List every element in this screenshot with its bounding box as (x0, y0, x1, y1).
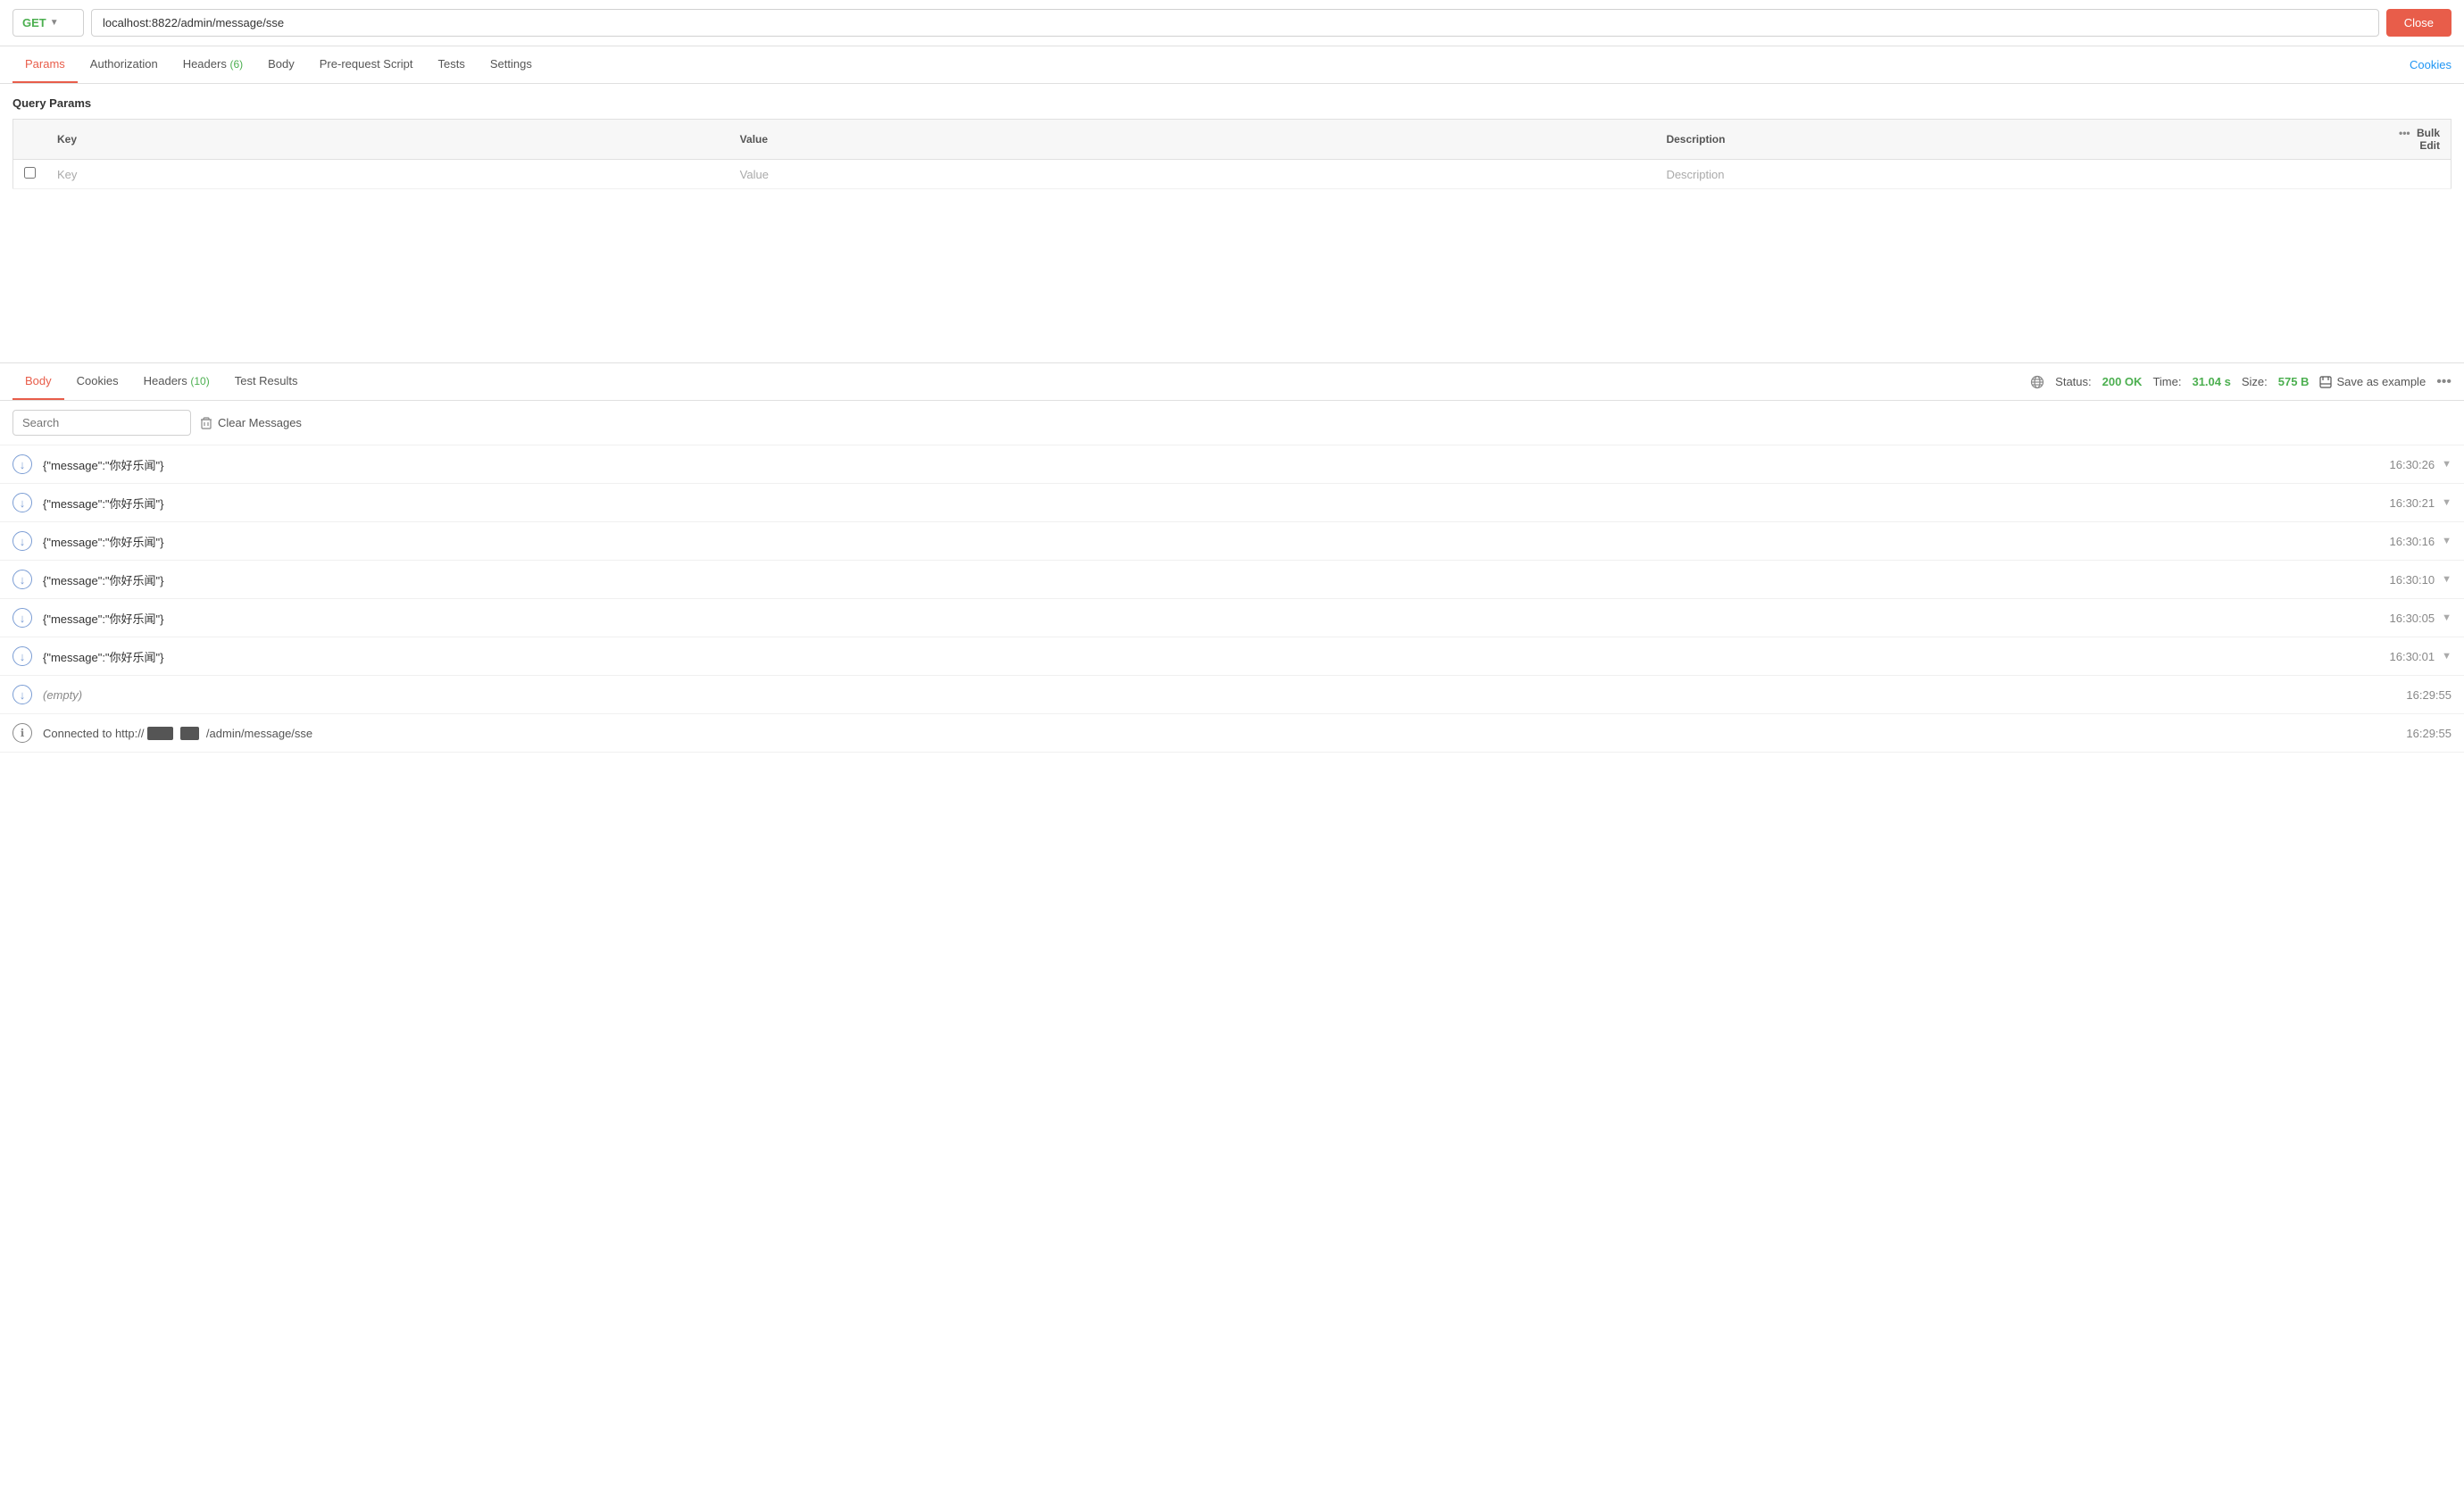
list-item[interactable]: ↓ {"message":"你好乐闻"} 16:30:21 ▼ (0, 484, 2464, 522)
desc-cell[interactable]: Description (1655, 160, 2386, 189)
desc-col-header: Description (1655, 120, 2386, 160)
tab-pre-request[interactable]: Pre-request Script (307, 46, 426, 83)
response-section: Body Cookies Headers (10) Test Results S… (0, 362, 2464, 753)
status-value: 200 OK (2102, 375, 2143, 388)
info-icon: ℹ (12, 723, 32, 743)
list-item[interactable]: ↓ {"message":"你好乐闻"} 16:30:16 ▼ (0, 522, 2464, 561)
message-content: {"message":"你好乐闻"} (43, 610, 2390, 627)
size-label: Size: (2242, 375, 2268, 388)
request-tabs-right: Cookies (2410, 58, 2452, 71)
cookies-link[interactable]: Cookies (2410, 58, 2452, 71)
search-input[interactable] (12, 410, 191, 436)
message-meta: 16:30:21 ▼ (2390, 496, 2452, 510)
bulk-dots-icon: ••• (2399, 127, 2410, 139)
query-params-title: Query Params (12, 96, 2452, 110)
globe-icon (2030, 375, 2044, 389)
size-value: 575 B (2278, 375, 2310, 388)
bulk-cell (2387, 160, 2452, 189)
response-tab-headers[interactable]: Headers (10) (131, 363, 222, 400)
arrow-down-icon: ↓ (12, 493, 32, 512)
response-tab-test-results[interactable]: Test Results (222, 363, 311, 400)
arrow-down-icon: ↓ (12, 570, 32, 589)
row-checkbox-input[interactable] (24, 167, 36, 179)
message-meta: 16:30:05 ▼ (2390, 612, 2452, 625)
key-col-header: Key (46, 120, 729, 160)
save-icon (2319, 376, 2332, 388)
message-content: Connected to http:// ​​​​​​​​ /admin/mes… (43, 727, 2406, 740)
message-meta: 16:30:10 ▼ (2390, 573, 2452, 587)
table-row: Key Value Description (13, 160, 2452, 189)
expand-icon: ▼ (2442, 612, 2452, 623)
url-bar: GET ▼ Close (0, 0, 2464, 46)
message-content: {"message":"你好乐闻"} (43, 495, 2390, 512)
key-cell[interactable]: Key (46, 160, 729, 189)
list-item[interactable]: ↓ (empty) 16:29:55 (0, 676, 2464, 714)
arrow-down-icon: ↓ (12, 608, 32, 628)
headers-badge: (6) (229, 58, 243, 71)
method-label: GET (22, 16, 46, 29)
search-bar: Clear Messages (0, 401, 2464, 445)
query-params-section: Query Params Key Value Description ••• B… (0, 84, 2464, 202)
tab-authorization[interactable]: Authorization (78, 46, 171, 83)
redacted-url-part1: ​​​​​​​​ (147, 727, 173, 740)
list-item[interactable]: ↓ {"message":"你好乐闻"} 16:30:26 ▼ (0, 445, 2464, 484)
save-example-button[interactable]: Save as example (2319, 375, 2426, 388)
bulk-edit-header[interactable]: ••• Bulk Edit (2387, 120, 2452, 160)
time-label: Time: (2152, 375, 2181, 388)
row-checkbox[interactable] (13, 160, 47, 189)
list-item[interactable]: ↓ {"message":"你好乐闻"} 16:30:05 ▼ (0, 599, 2464, 637)
value-col-header: Value (729, 120, 1656, 160)
tab-headers[interactable]: Headers (6) (171, 46, 255, 83)
time-value: 31.04 s (2192, 375, 2230, 388)
response-tabs-left: Body Cookies Headers (10) Test Results (12, 363, 311, 400)
clear-messages-button[interactable]: Clear Messages (200, 416, 302, 429)
request-tabs-left: Params Authorization Headers (6) Body Pr… (12, 46, 545, 83)
close-button[interactable]: Close (2386, 9, 2452, 37)
response-tab-body[interactable]: Body (12, 363, 64, 400)
expand-icon: ▼ (2442, 574, 2452, 585)
message-meta: 16:30:16 ▼ (2390, 535, 2452, 548)
expand-icon: ▼ (2442, 459, 2452, 470)
message-content: {"message":"你好乐闻"} (43, 533, 2390, 550)
tab-settings[interactable]: Settings (478, 46, 545, 83)
arrow-down-icon: ↓ (12, 685, 32, 704)
list-item[interactable]: ℹ Connected to http:// ​​​​​​​​ /admin/m… (0, 714, 2464, 753)
message-meta: 16:30:01 ▼ (2390, 650, 2452, 663)
method-chevron-icon: ▼ (50, 18, 59, 28)
arrow-down-icon: ↓ (12, 454, 32, 474)
status-label: Status: (2055, 375, 2091, 388)
arrow-down-icon: ↓ (12, 531, 32, 551)
request-tabs-row: Params Authorization Headers (6) Body Pr… (0, 46, 2464, 84)
params-table: Key Value Description ••• Bulk Edit Key (12, 119, 2452, 189)
expand-icon: ▼ (2442, 651, 2452, 662)
response-headers-badge: (10) (190, 375, 209, 387)
list-item[interactable]: ↓ {"message":"你好乐闻"} 16:30:10 ▼ (0, 561, 2464, 599)
message-content: (empty) (43, 688, 2406, 702)
arrow-down-icon: ↓ (12, 646, 32, 666)
tab-params[interactable]: Params (12, 46, 78, 83)
message-list: ↓ {"message":"你好乐闻"} 16:30:26 ▼ ↓ {"mess… (0, 445, 2464, 753)
spacer (0, 202, 2464, 362)
response-tabs-right: Status: 200 OK Time: 31.04 s Size: 575 B… (2030, 374, 2452, 390)
message-meta: 16:29:55 (2406, 727, 2452, 740)
list-item[interactable]: ↓ {"message":"你好乐闻"} 16:30:01 ▼ (0, 637, 2464, 676)
message-meta: 16:29:55 (2406, 688, 2452, 702)
url-input[interactable] (91, 9, 2379, 37)
message-meta: 16:30:26 ▼ (2390, 458, 2452, 471)
tab-body[interactable]: Body (255, 46, 307, 83)
message-content: {"message":"你好乐闻"} (43, 571, 2390, 588)
tab-tests[interactable]: Tests (426, 46, 478, 83)
redacted-url-part2 (180, 727, 200, 740)
response-tabs-row: Body Cookies Headers (10) Test Results S… (0, 363, 2464, 401)
value-cell[interactable]: Value (729, 160, 1656, 189)
method-select[interactable]: GET ▼ (12, 9, 84, 37)
message-content: {"message":"你好乐闻"} (43, 456, 2390, 473)
message-content: {"message":"你好乐闻"} (43, 648, 2390, 665)
trash-icon (200, 417, 212, 429)
more-options-button[interactable]: ••• (2436, 374, 2452, 390)
expand-icon: ▼ (2442, 536, 2452, 546)
response-tab-cookies[interactable]: Cookies (64, 363, 131, 400)
checkbox-col-header (13, 120, 47, 160)
expand-icon: ▼ (2442, 497, 2452, 508)
